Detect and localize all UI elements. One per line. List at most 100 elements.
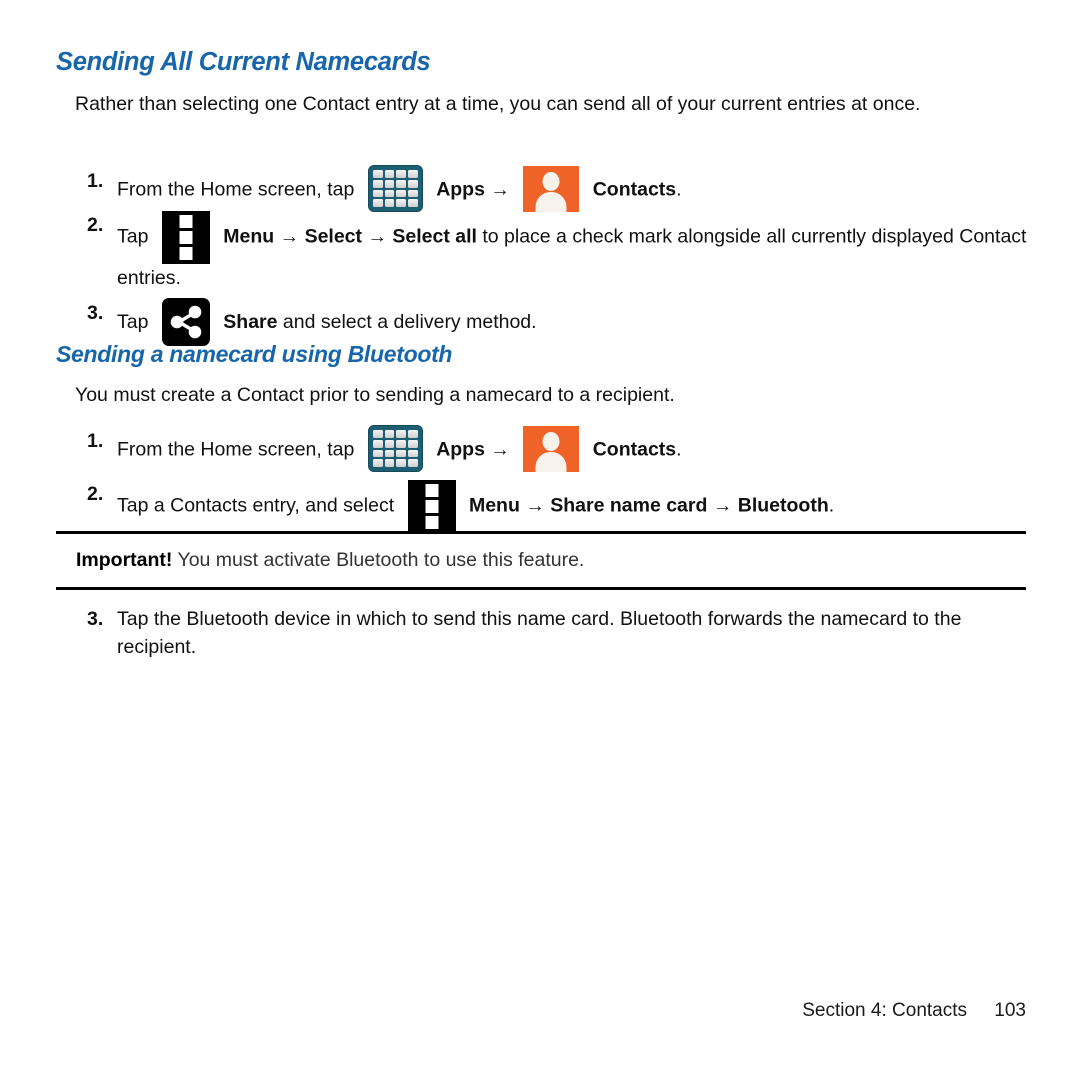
apps-cell xyxy=(408,199,418,207)
apps-cell xyxy=(408,449,418,458)
step-number: 3. xyxy=(87,608,104,630)
apps-label: Apps xyxy=(436,438,485,461)
apps-cell xyxy=(372,459,383,467)
apps-cell xyxy=(408,459,418,467)
apps-cell xyxy=(408,439,418,448)
select-all-label: Select all xyxy=(392,225,477,248)
step-content: Tap a Contacts entry, and select Menu → … xyxy=(117,480,1027,533)
apps-cell xyxy=(384,189,395,198)
menu-dot xyxy=(179,247,193,260)
apps-grid-icon[interactable] xyxy=(367,425,423,472)
arrow-icon: → xyxy=(490,438,510,461)
menu-dot xyxy=(425,484,439,497)
step-1-section-2: 1. From the Home screen, tap Apps → Cont… xyxy=(87,425,1027,474)
step-text: Tap the Bluetooth device in which to sen… xyxy=(117,608,962,658)
apps-cell xyxy=(384,170,395,178)
apps-cell xyxy=(372,430,383,438)
step-content: Tap Share and select a delivery method. xyxy=(117,298,1027,347)
step-2-section-1: 2. Tap Menu → Select → Select all to pla… xyxy=(87,211,1027,292)
apps-cell xyxy=(396,459,407,467)
step-content: From the Home screen, tap Apps → Contact… xyxy=(117,165,1027,214)
arrow-icon: → xyxy=(490,178,510,201)
manual-page: Sending All Current Namecards Rather tha… xyxy=(0,0,1080,1080)
apps-cell xyxy=(408,430,418,438)
apps-cell xyxy=(396,449,407,458)
step-number: 1. xyxy=(87,430,104,452)
apps-cell xyxy=(384,439,395,448)
note-label: Important! xyxy=(76,549,173,571)
apps-cell xyxy=(372,179,383,188)
step-text: Tap xyxy=(117,311,149,334)
apps-label: Apps xyxy=(436,178,485,201)
share-label: Share xyxy=(223,311,278,334)
apps-cell xyxy=(372,199,383,207)
step-trailing-punctuation: . xyxy=(676,438,682,461)
arrow-icon: → xyxy=(712,494,733,517)
contacts-icon[interactable] xyxy=(523,165,580,212)
step-content: Tap Menu → Select → Select all to place … xyxy=(117,211,1027,292)
apps-cell xyxy=(396,170,407,178)
section-heading-sending-all-current-namecards: Sending All Current Namecards xyxy=(56,48,431,76)
menu-dot xyxy=(425,500,439,513)
step-text: Tap xyxy=(117,225,149,248)
step-3-section-1: 3. Tap Share and select a delivery metho… xyxy=(87,298,1027,347)
apps-cell xyxy=(372,449,383,458)
apps-cell xyxy=(384,459,395,467)
apps-cell xyxy=(384,430,395,438)
apps-cell xyxy=(408,179,418,188)
step-content: From the Home screen, tap Apps → Contact… xyxy=(117,425,1027,474)
contacts-body xyxy=(535,451,567,472)
step-text-after: and select a delivery method. xyxy=(277,311,537,334)
footer-section-label: Section 4: Contacts xyxy=(802,1000,968,1021)
step-text: Tap a Contacts entry, and select xyxy=(117,494,395,517)
apps-cell xyxy=(372,439,383,448)
bluetooth-label: Bluetooth xyxy=(737,494,829,517)
intro-paragraph: Rather than selecting one Contact entry … xyxy=(75,93,921,115)
contacts-icon[interactable] xyxy=(523,425,580,472)
share-name-card-label: Share name card xyxy=(550,494,708,517)
step-number: 2. xyxy=(87,483,104,505)
contacts-label: Contacts xyxy=(592,438,677,461)
step-number: 1. xyxy=(87,170,104,192)
menu-icon[interactable] xyxy=(407,480,456,533)
apps-cell xyxy=(384,179,395,188)
apps-cell xyxy=(372,189,383,198)
step-trailing-punctuation: . xyxy=(676,178,682,201)
menu-label: Menu xyxy=(468,494,520,517)
menu-dot xyxy=(425,516,439,529)
contacts-body xyxy=(535,191,567,212)
footer-page-number: 103 xyxy=(994,1000,1026,1021)
apps-cell xyxy=(396,199,407,207)
contacts-head xyxy=(542,171,560,191)
step-number: 3. xyxy=(87,302,104,324)
contacts-head xyxy=(542,431,560,451)
apps-cell xyxy=(372,170,383,178)
step-3-section-2: 3. Tap the Bluetooth device in which to … xyxy=(87,605,1027,661)
section-heading-sending-namecard-using-bluetooth: Sending a namecard using Bluetooth xyxy=(56,341,453,367)
apps-cell xyxy=(396,430,407,438)
menu-icon[interactable] xyxy=(161,211,210,264)
apps-cell xyxy=(396,179,407,188)
apps-cell xyxy=(384,199,395,207)
arrow-icon: → xyxy=(367,225,387,248)
apps-grid-icon[interactable] xyxy=(367,165,423,212)
menu-dot xyxy=(179,215,193,228)
menu-label: Menu xyxy=(223,225,275,248)
apps-cell xyxy=(408,170,418,178)
apps-cell xyxy=(396,189,407,198)
step-1-section-1: 1. From the Home screen, tap Apps → Cont… xyxy=(87,165,1027,214)
step-text: From the Home screen, tap xyxy=(117,178,355,201)
note-bottom-rule xyxy=(56,587,1026,590)
select-label: Select xyxy=(304,225,363,248)
share-icon[interactable] xyxy=(161,298,210,346)
menu-dot xyxy=(179,231,193,244)
step-trailing-punctuation: . xyxy=(828,494,835,517)
step-number: 2. xyxy=(87,214,104,236)
page-footer: Section 4: Contacts 103 xyxy=(0,1000,1026,1022)
step-2-section-2: 2. Tap a Contacts entry, and select Menu… xyxy=(87,480,1027,533)
bluetooth-intro-paragraph: You must create a Contact prior to sendi… xyxy=(75,384,675,406)
apps-cell xyxy=(384,449,395,458)
apps-cell xyxy=(396,439,407,448)
note-body: Important! You must activate Bluetooth t… xyxy=(56,534,1026,587)
apps-cell xyxy=(408,189,418,198)
